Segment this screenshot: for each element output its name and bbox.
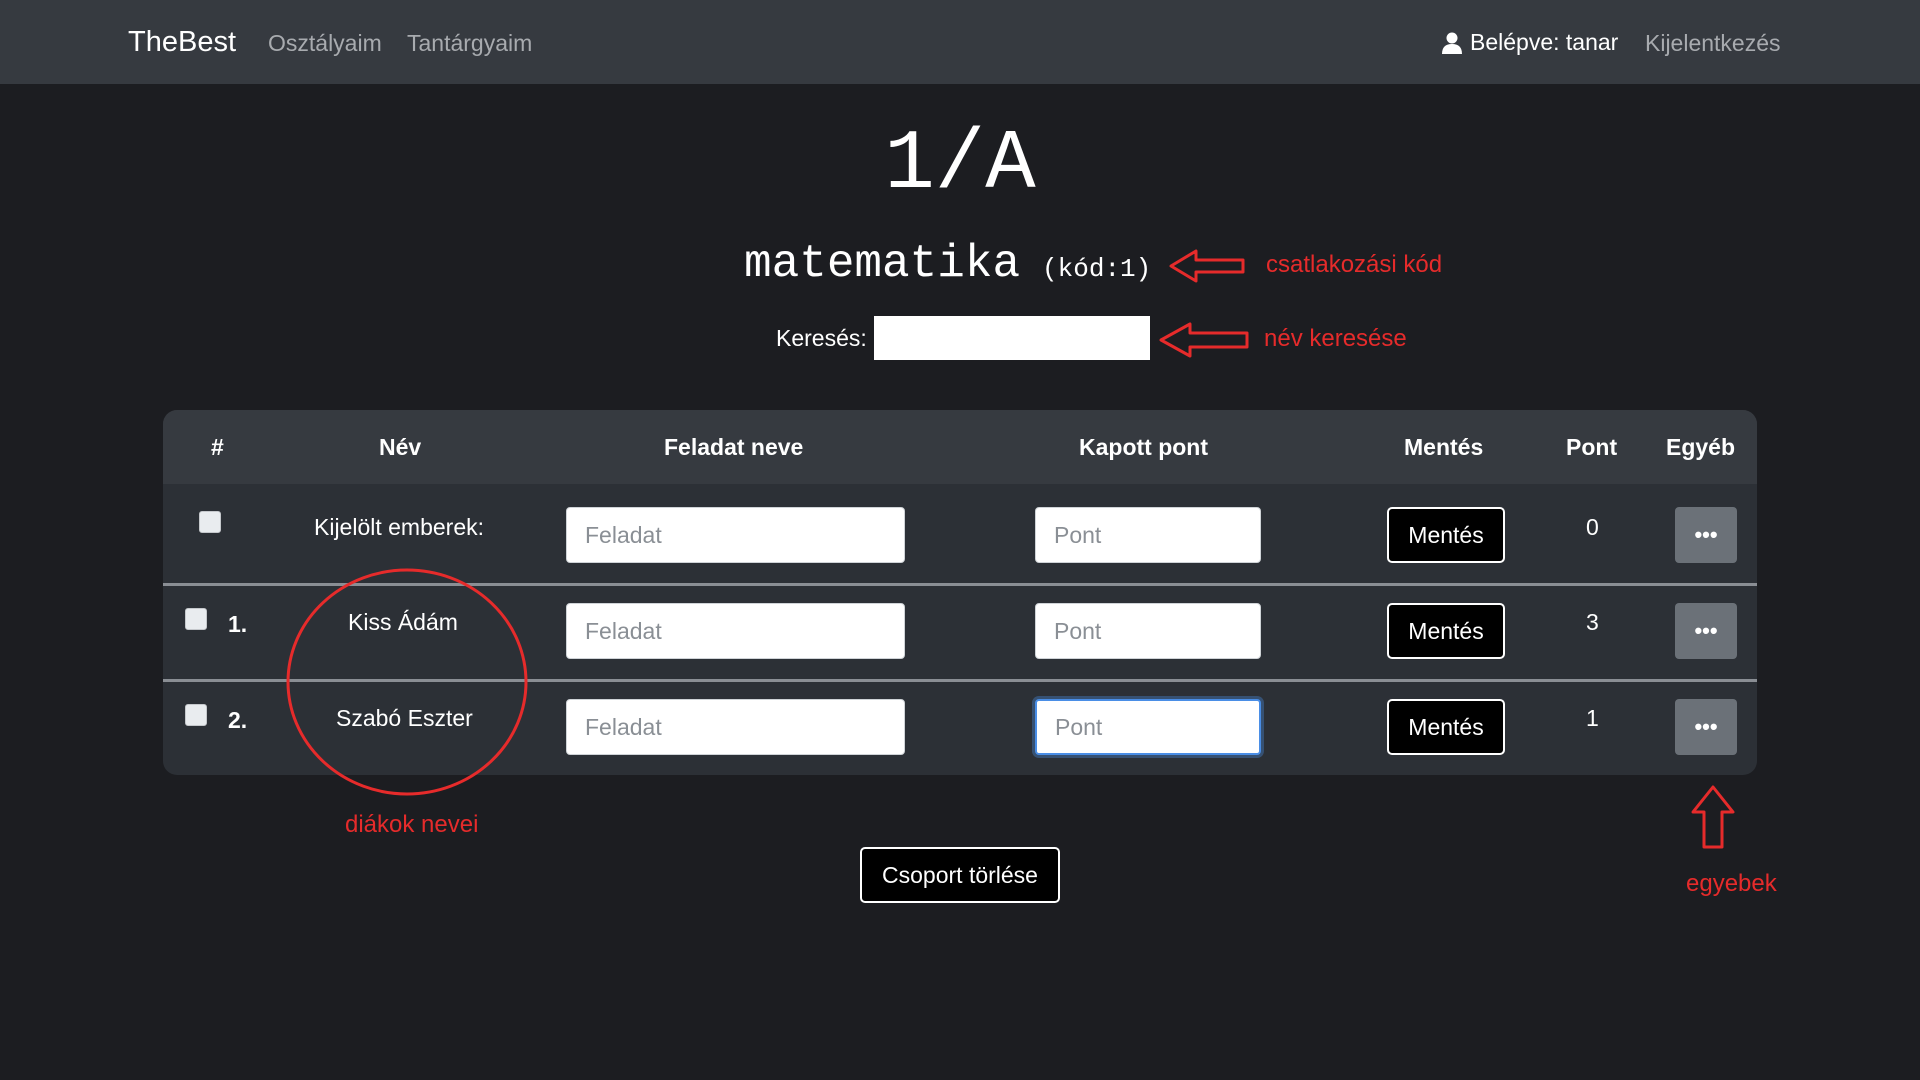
col-header-task: Feladat neve	[664, 434, 804, 460]
save-button[interactable]: Mentés	[1387, 603, 1505, 659]
annotation-arrow-up-icon	[1691, 785, 1735, 849]
points-value: 1	[1586, 705, 1599, 731]
save-button[interactable]: Mentés	[1387, 507, 1505, 563]
more-options-button[interactable]: •••	[1675, 507, 1737, 563]
row-checkbox[interactable]	[185, 608, 207, 630]
col-header-other: Egyéb	[1666, 434, 1736, 460]
annotation-arrow-left-icon	[1159, 322, 1249, 358]
points-value: 3	[1586, 609, 1599, 635]
annotation-join-code: csatlakozási kód	[1266, 251, 1443, 278]
annotation-name-search: név keresése	[1264, 325, 1407, 352]
nav-link-subjects[interactable]: Tantárgyaim	[407, 30, 532, 57]
row-checkbox[interactable]	[185, 704, 207, 726]
table-header: # Név Feladat neve Kapott pont Mentés Po…	[163, 410, 1757, 484]
points-input[interactable]	[1035, 507, 1261, 563]
search-row: Keresés:	[776, 316, 1150, 360]
select-all-checkbox[interactable]	[199, 511, 221, 533]
more-options-button[interactable]: •••	[1675, 699, 1737, 755]
task-input[interactable]	[566, 507, 905, 563]
logout-link[interactable]: Kijelentkezés	[1645, 30, 1781, 57]
save-button[interactable]: Mentés	[1387, 699, 1505, 755]
annotation-arrow-left-icon	[1169, 249, 1245, 283]
col-header-save: Mentés	[1404, 434, 1484, 460]
col-header-points: Pont	[1566, 434, 1618, 460]
annotation-other: egyebek	[1686, 870, 1777, 897]
subject-name: matematika	[744, 238, 1021, 290]
points-value: 0	[1586, 514, 1599, 540]
annotation-circle-icon	[286, 568, 528, 796]
row-number: 2.	[228, 707, 248, 733]
col-header-name: Név	[379, 434, 422, 460]
user-label: Belépve: tanar	[1470, 29, 1619, 55]
subject-line: matematika (kód:1)	[744, 238, 1151, 290]
row-number: 1.	[228, 611, 248, 637]
search-input[interactable]	[873, 316, 1150, 360]
points-input[interactable]	[1035, 699, 1261, 755]
navbar: TheBest Osztályaim Tantárgyaim Belépve: …	[0, 0, 1920, 84]
annotation-student-names: diákok nevei	[345, 811, 479, 838]
selected-people-label: Kijelölt emberek:	[314, 514, 485, 540]
delete-group-button[interactable]: Csoport törlése	[860, 847, 1060, 903]
points-input[interactable]	[1035, 603, 1261, 659]
task-input[interactable]	[566, 699, 905, 755]
more-options-button[interactable]: •••	[1675, 603, 1737, 659]
page-title: 1/A	[884, 118, 1036, 213]
brand-logo[interactable]: TheBest	[128, 26, 236, 59]
nav-link-classes[interactable]: Osztályaim	[268, 30, 382, 57]
join-code: (kód:1)	[1042, 254, 1152, 284]
task-input[interactable]	[566, 603, 905, 659]
col-header-received-points: Kapott pont	[1079, 434, 1209, 460]
user-icon	[1442, 32, 1462, 54]
search-label: Keresés:	[776, 324, 867, 351]
col-header-number: #	[211, 434, 224, 460]
logged-in-user: Belépve: tanar	[1442, 29, 1618, 56]
